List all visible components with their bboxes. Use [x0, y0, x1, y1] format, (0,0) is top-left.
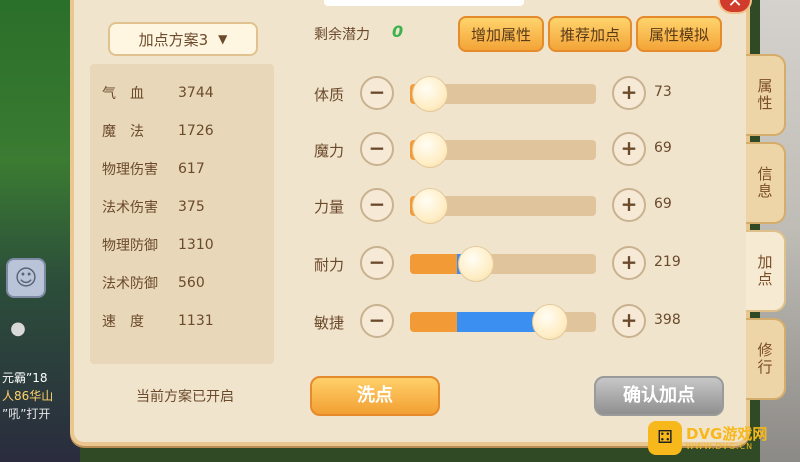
- attribute-value: 219: [654, 254, 681, 270]
- potential-value: 0: [392, 22, 404, 41]
- attribute-row: 耐力 − + 219: [314, 246, 694, 282]
- attribute-value: 398: [654, 312, 681, 328]
- chat-line: 人86华山: [2, 389, 54, 403]
- microphone-icon[interactable]: ●: [8, 318, 28, 348]
- increase-button[interactable]: +: [612, 188, 646, 222]
- stat-value: 1726: [178, 123, 214, 139]
- attribute-slider-handle[interactable]: [532, 304, 568, 340]
- stat-name: 魔 法: [102, 124, 144, 140]
- tab-add-points[interactable]: 加点: [746, 230, 786, 312]
- watermark-text: DVG游戏网 WWW.DVG.CN: [686, 426, 767, 451]
- increase-button[interactable]: +: [612, 76, 646, 110]
- recommend-points-button[interactable]: 推荐加点: [548, 16, 632, 52]
- tab-attributes[interactable]: 属性: [746, 54, 786, 136]
- stat-row: 气 血 3744: [102, 74, 262, 112]
- decrease-button[interactable]: −: [360, 188, 394, 222]
- attribute-bar-base: [410, 312, 457, 332]
- chevron-down-icon: ▼: [218, 32, 228, 46]
- wash-points-button[interactable]: 洗点: [310, 376, 440, 416]
- attribute-bar: [410, 312, 596, 332]
- stat-name: 气 血: [102, 86, 144, 102]
- decrease-button[interactable]: −: [360, 76, 394, 110]
- decrease-button[interactable]: −: [360, 246, 394, 280]
- plan-status-text: 当前方案已开启: [136, 389, 234, 405]
- attribute-value: 73: [654, 84, 672, 100]
- stat-value: 560: [178, 275, 205, 291]
- watermark: ⚃ DVG游戏网 WWW.DVG.CN: [648, 420, 796, 456]
- attribute-label: 敏捷: [314, 314, 345, 332]
- attribute-dialog: 加点方案3 ▼ 气 血 3744 魔 法 1726 物理伤害 617 法术伤害 …: [70, 0, 750, 446]
- attribute-row: 魔力 − + 69: [314, 132, 694, 168]
- gamepad-logo-icon: ⚃: [648, 421, 682, 455]
- stat-name: 物理防御: [102, 238, 158, 254]
- chat-line: ”吼”打开: [2, 407, 51, 421]
- dialog-top-strip: [324, 0, 524, 6]
- attribute-value: 69: [654, 140, 672, 156]
- chat-avatar-icon[interactable]: ☺: [6, 258, 46, 298]
- simulate-attributes-button[interactable]: 属性模拟: [636, 16, 722, 52]
- attribute-bar-base: [410, 254, 457, 274]
- stat-row: 法术伤害 375: [102, 188, 262, 226]
- stat-name: 物理伤害: [102, 162, 158, 178]
- increase-button[interactable]: +: [612, 304, 646, 338]
- stat-name: 速 度: [102, 314, 144, 330]
- potential-label: 剩余潜力: [314, 27, 370, 43]
- chat-line: 元霸”18: [2, 371, 48, 385]
- stat-row: 魔 法 1726: [102, 112, 262, 150]
- tab-cultivation[interactable]: 修行: [746, 318, 786, 400]
- increase-button[interactable]: +: [612, 132, 646, 166]
- watermark-sub: WWW.DVG.CN: [686, 441, 754, 451]
- attribute-value: 69: [654, 196, 672, 212]
- attribute-row: 体质 − + 73: [314, 76, 694, 112]
- attribute-bar: [410, 254, 596, 274]
- confirm-points-button[interactable]: 确认加点: [594, 376, 724, 416]
- plan-selector-label: 加点方案3: [138, 30, 209, 49]
- stat-row: 物理防御 1310: [102, 226, 262, 264]
- attribute-slider-handle[interactable]: [458, 246, 494, 282]
- increase-button[interactable]: +: [612, 246, 646, 280]
- stats-panel: 气 血 3744 魔 法 1726 物理伤害 617 法术伤害 375 物理防御…: [90, 64, 274, 364]
- attribute-label: 体质: [314, 86, 345, 104]
- attribute-label: 力量: [314, 198, 345, 216]
- decrease-button[interactable]: −: [360, 304, 394, 338]
- attribute-label: 耐力: [314, 256, 345, 274]
- attribute-slider-handle[interactable]: [412, 132, 448, 168]
- add-attribute-button[interactable]: 增加属性: [458, 16, 544, 52]
- plan-selector[interactable]: 加点方案3 ▼: [108, 22, 258, 56]
- tab-info[interactable]: 信息: [746, 142, 786, 224]
- stat-name: 法术伤害: [102, 200, 158, 216]
- stat-value: 375: [178, 199, 205, 215]
- attribute-row: 力量 − + 69: [314, 188, 694, 224]
- stat-value: 1131: [178, 313, 214, 329]
- stat-value: 3744: [178, 85, 214, 101]
- stat-row: 速 度 1131: [102, 302, 262, 340]
- stat-value: 1310: [178, 237, 214, 253]
- watermark-main: DVG游戏网: [686, 424, 768, 443]
- stat-value: 617: [178, 161, 205, 177]
- decrease-button[interactable]: −: [360, 132, 394, 166]
- stat-row: 法术防御 560: [102, 264, 262, 302]
- attribute-label: 魔力: [314, 142, 345, 160]
- attribute-row: 敏捷 − + 398: [314, 304, 694, 340]
- stat-name: 法术防御: [102, 276, 158, 292]
- stat-row: 物理伤害 617: [102, 150, 262, 188]
- attribute-slider-handle[interactable]: [412, 188, 448, 224]
- attribute-slider-handle[interactable]: [412, 76, 448, 112]
